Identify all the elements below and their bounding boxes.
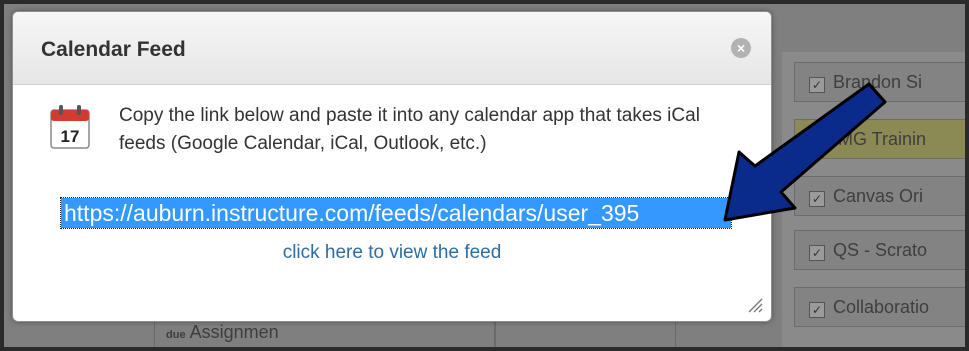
view-feed-link[interactable]: click here to view the feed [13, 242, 771, 264]
calendar-list-item[interactable]: ✓ Collaboratio [794, 287, 965, 327]
dialog-description: Copy the link below and paste it into an… [119, 105, 700, 154]
dialog-title: Calendar Feed [41, 38, 186, 61]
dialog-header: Calendar Feed × [13, 12, 771, 85]
calendar-feed-dialog: Calendar Feed × 17 Copy the link below a… [12, 11, 772, 322]
calendar-item-label: QS - Scrato [833, 240, 928, 260]
feed-url-field[interactable]: https://auburn.instructure.com/feeds/cal… [60, 197, 732, 229]
screenshot-frame: ✓ Brandon Si IMG Trainin ✓ Canvas Ori ✓ QS … [4, 4, 965, 347]
calendar-event[interactable]: due Assignmen [166, 322, 279, 343]
resize-handle-icon[interactable] [747, 297, 763, 313]
close-icon[interactable]: × [731, 38, 751, 58]
annotation-arrow-icon [723, 82, 887, 222]
calendar-icon-day: 17 [61, 127, 80, 146]
checkbox[interactable]: ✓ [809, 245, 825, 261]
calendar-list-item[interactable]: ✓ QS - Scrato [794, 230, 965, 270]
event-label: Assignmen [189, 322, 279, 342]
calendar-item-label: Collaboratio [833, 297, 930, 317]
calendar-icon: 17 [50, 105, 90, 149]
due-badge: due [166, 329, 186, 341]
checkbox[interactable]: ✓ [809, 302, 825, 318]
